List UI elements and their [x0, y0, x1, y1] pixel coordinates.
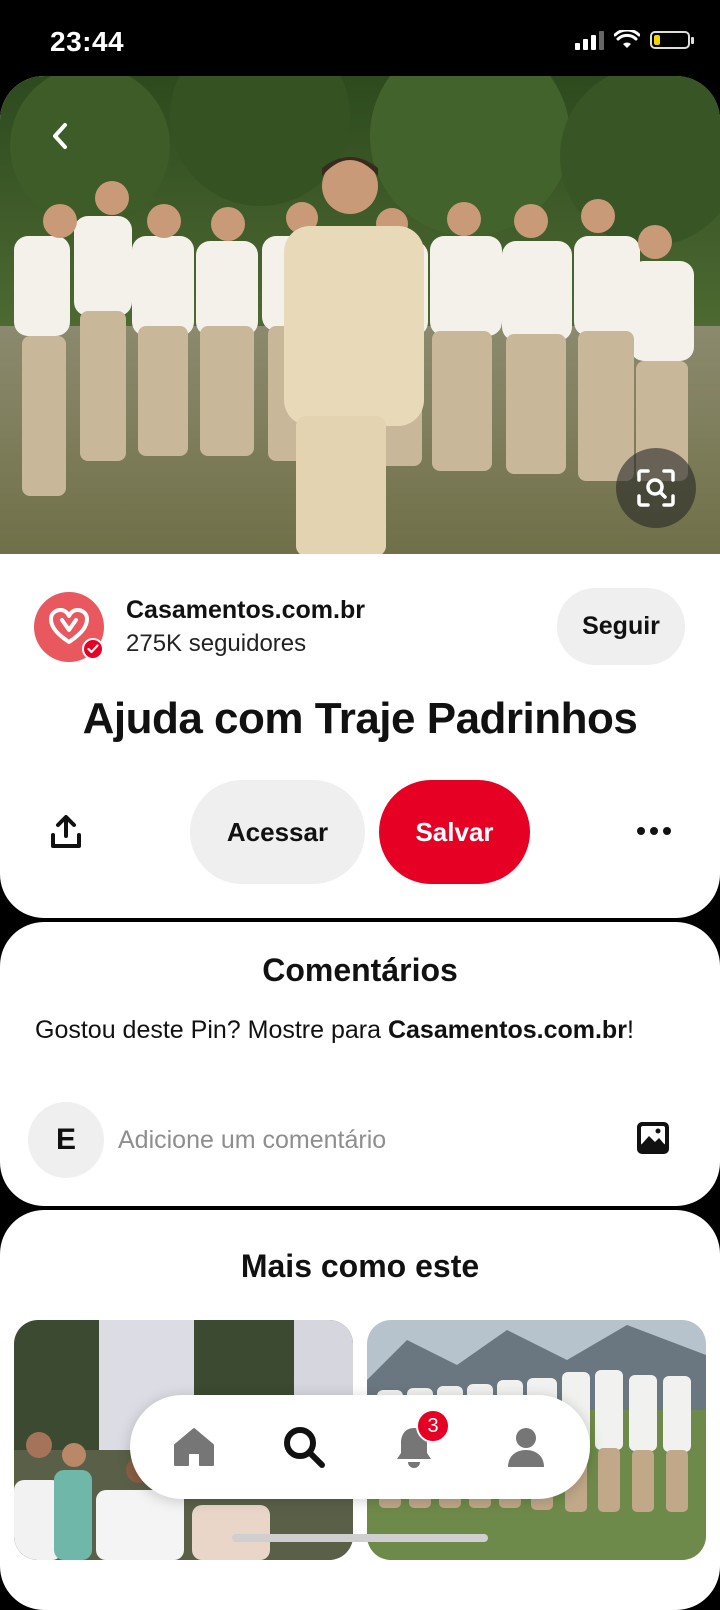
save-button[interactable]: Salvar — [379, 780, 530, 884]
back-button[interactable] — [40, 116, 80, 156]
status-bar: 23:44 — [0, 0, 720, 80]
chevron-left-icon — [53, 123, 67, 149]
more-options-button[interactable] — [630, 816, 678, 846]
follow-button[interactable]: Seguir — [557, 588, 685, 665]
pin-actions: Acessar Salvar — [0, 780, 720, 884]
nav-search[interactable] — [278, 1421, 330, 1473]
pin-title: Ajuda com Traje Padrinhos — [82, 694, 638, 743]
prompt-creator: Casamentos.com.br — [387, 1016, 627, 1044]
creator-name[interactable]: Casamentos.com.br — [126, 596, 365, 625]
home-indicator — [232, 1534, 488, 1542]
pin-card: Casamentos.com.br 275K seguidores Seguir… — [0, 76, 720, 918]
comments-heading: Comentários — [262, 952, 458, 988]
nav-profile[interactable] — [500, 1421, 552, 1473]
status-time: 23:44 — [50, 26, 125, 57]
comments-section: Comentários Gostou deste Pin? Mostre par… — [0, 922, 720, 1206]
visual-search-button[interactable] — [616, 448, 696, 528]
heart-logo-icon — [49, 608, 89, 644]
search-icon — [284, 1427, 325, 1468]
image-icon — [637, 1122, 669, 1154]
profile-icon — [508, 1428, 544, 1467]
dot — [650, 827, 658, 835]
nav-home[interactable] — [168, 1421, 220, 1473]
prompt-suffix: ! — [626, 1016, 634, 1044]
creator-row: Casamentos.com.br 275K seguidores Seguir — [34, 588, 686, 668]
share-icon — [51, 815, 81, 848]
status-icons — [575, 30, 694, 50]
wifi-icon — [614, 30, 640, 48]
verified-badge-icon — [82, 638, 104, 660]
share-button[interactable] — [46, 812, 86, 852]
comments-prompt: Gostou deste Pin? Mostre para Casamentos… — [35, 1014, 655, 1047]
battery-icon — [650, 31, 694, 49]
bottom-navigation: 3 — [130, 1395, 590, 1499]
dot — [663, 827, 671, 835]
visit-button[interactable]: Acessar — [190, 780, 365, 884]
more-like-this-heading: Mais como este — [240, 1248, 480, 1284]
dot — [637, 827, 645, 835]
visual-search-icon — [637, 469, 675, 507]
comment-input[interactable] — [118, 1118, 598, 1162]
notification-badge: 3 — [416, 1409, 450, 1443]
follower-count: 275K seguidores — [126, 630, 307, 657]
add-photo-button[interactable] — [636, 1121, 670, 1155]
pin-image[interactable] — [0, 76, 720, 554]
home-icon — [174, 1428, 214, 1466]
prompt-text: Gostou deste Pin? Mostre para — [35, 1016, 388, 1044]
pin-photo — [0, 76, 720, 554]
user-avatar[interactable]: E — [28, 1102, 104, 1178]
cellular-signal-icon — [575, 30, 604, 50]
